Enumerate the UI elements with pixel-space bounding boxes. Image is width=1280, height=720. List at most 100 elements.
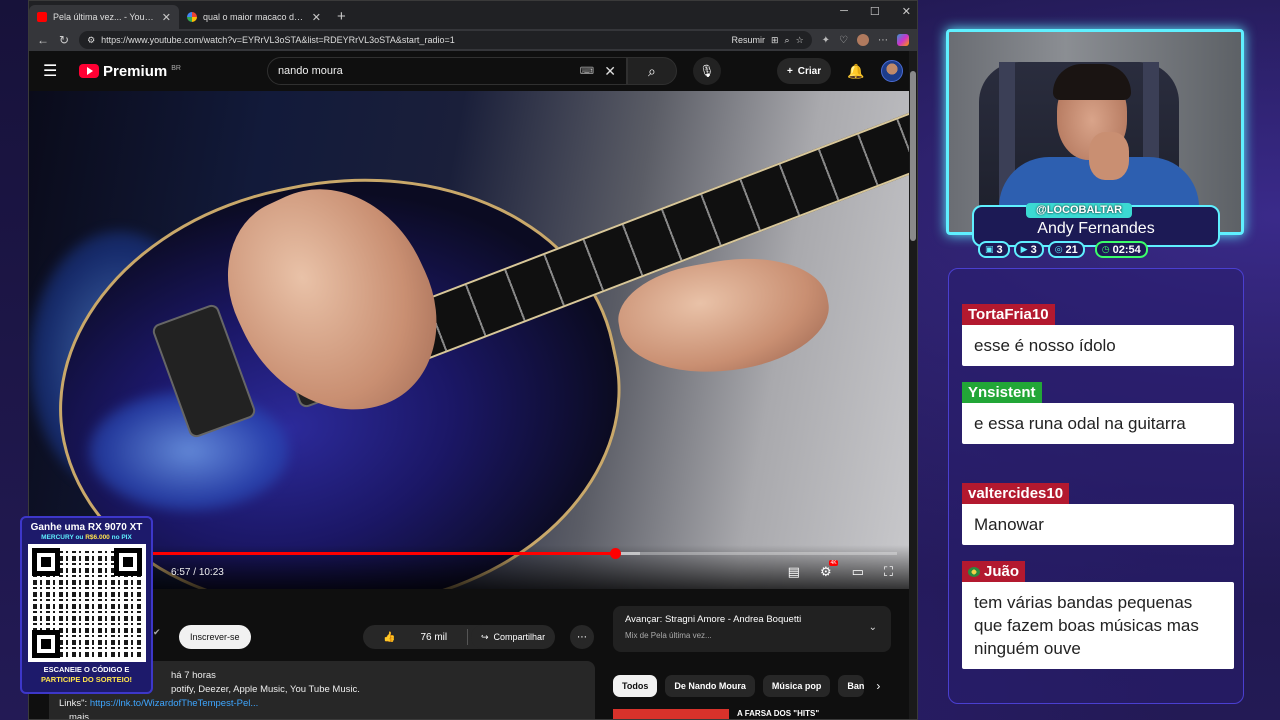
share-icon: ↪ — [481, 631, 489, 642]
next-subtitle: Mix de Pela última vez... — [625, 631, 712, 640]
autoplay-next-card[interactable]: Avançar: Stragni Amore - Andrea Boquetti… — [613, 606, 891, 652]
youtube-play-icon — [79, 64, 99, 78]
bookmark-star-icon[interactable]: ☆ — [796, 35, 804, 46]
stat-value: 3 — [1030, 243, 1037, 256]
address-bar[interactable]: ⚙ https://www.youtube.com/watch?v=EYRrVL… — [79, 31, 812, 49]
keyboard-icon[interactable]: ⌨ — [580, 66, 594, 77]
back-icon[interactable]: ← — [37, 33, 49, 47]
description-links-row: Links": https://lnk.to/WizardofTheTempes… — [59, 697, 585, 711]
voice-search-button[interactable]: 🎙 — [692, 57, 721, 85]
video-player[interactable]: 6:57 / 10:23 ▤ ⚙ ▭ ⛶ — [29, 91, 909, 589]
like-button[interactable]: 👍 76 mil — [363, 632, 467, 643]
share-button[interactable]: ↪ Compartilhar — [471, 625, 556, 649]
controls-row: 6:57 / 10:23 ▤ ⚙ ▭ ⛶ — [29, 560, 909, 581]
summarize-button[interactable]: Resumir — [731, 35, 765, 45]
chat-text: esse é nosso ídolo — [962, 325, 1234, 366]
search-icon: ⌕ — [648, 62, 656, 79]
qr-code-icon — [27, 544, 146, 662]
recommendation-thumbnail — [613, 709, 729, 719]
close-window-icon[interactable]: ✕ — [902, 5, 911, 18]
search-input[interactable]: nando moura ⌨ ✕ — [266, 57, 627, 85]
copilot-icon[interactable] — [897, 34, 909, 46]
streamer-handle: @LOCOBALTAR — [1026, 203, 1133, 218]
verified-badge-icon: ✔ — [153, 627, 161, 637]
close-tab-icon[interactable]: ✕ — [312, 11, 321, 24]
progress-bar[interactable] — [41, 548, 897, 559]
theater-mode-icon[interactable]: ▭ — [852, 564, 864, 580]
create-button[interactable]: + Criar — [776, 58, 832, 84]
more-dots-icon: ⋯ — [577, 631, 587, 643]
more-actions-button[interactable]: ⋯ — [570, 625, 594, 649]
page-scrollbar[interactable] — [909, 51, 917, 719]
tab-title: Pela última vez... - YouTube — [53, 12, 156, 22]
qr-finder — [113, 548, 142, 576]
hamburger-menu-icon[interactable]: ☰ — [43, 61, 63, 81]
minimize-icon[interactable]: ─ — [840, 5, 848, 18]
stat-uptime: ◷ 02:54 — [1094, 241, 1148, 258]
chat-message: Juão tem várias bandas pequenas que faze… — [962, 561, 1234, 669]
maximize-icon[interactable]: ☐ — [870, 5, 880, 18]
reload-icon[interactable]: ↻ — [59, 33, 69, 47]
scrollbar-thumb[interactable] — [910, 71, 916, 241]
google-favicon-icon — [187, 12, 197, 22]
settings-gear-icon[interactable]: ⚙ — [820, 560, 838, 580]
chat-text: Manowar — [962, 504, 1234, 545]
tab-google[interactable]: qual o maior macaco do mundo ✕ — [179, 5, 329, 29]
chip-de-nando-moura[interactable]: De Nando Moura — [665, 675, 755, 697]
chevron-down-icon[interactable]: ⌄ — [869, 622, 877, 633]
streamer-hand-graphic — [1089, 132, 1129, 180]
chat-username: Ynsistent — [962, 382, 1042, 403]
chip-musica-pop[interactable]: Música pop — [762, 675, 831, 697]
subscribe-button[interactable]: Inscrever-se — [179, 625, 251, 649]
zoom-icon[interactable]: ⌕ — [785, 35, 790, 46]
recommendation-title: A FARSA DOS "HITS" — [737, 709, 820, 718]
description-more[interactable]: mais — [59, 711, 585, 719]
tab-youtube[interactable]: Pela última vez... - YouTube ✕ — [29, 5, 179, 29]
chat-icon: ▣ — [985, 244, 994, 254]
description-link[interactable]: https://lnk.to/WizardofTheTempest-Pel... — [90, 698, 258, 709]
notifications-bell-icon[interactable]: 🔔 — [847, 63, 864, 80]
chat-text: e essa runa odal na guitarra — [962, 403, 1234, 444]
streamer-name: Andy Fernandes — [1037, 220, 1155, 237]
stream-stats: ▣ 3 ▶ 3 ◎ 21 ◷ 02:54 — [978, 241, 1148, 258]
clear-search-icon[interactable]: ✕ — [604, 63, 616, 80]
create-label: Criar — [797, 65, 822, 77]
subtitles-icon[interactable]: ▤ — [788, 564, 800, 580]
player-controls: 6:57 / 10:23 ▤ ⚙ ▭ ⛶ — [29, 545, 909, 589]
new-tab-button[interactable]: + — [329, 8, 354, 29]
extension-icon[interactable]: ⊞ — [771, 35, 779, 46]
close-tab-icon[interactable]: ✕ — [162, 11, 171, 24]
chat-message: valtercides10 Manowar — [962, 483, 1234, 545]
giveaway-scan-text: ESCANEIE O CÓDIGO E — [43, 665, 130, 674]
share-label: Compartilhar — [493, 632, 546, 642]
recommendation-item[interactable]: A FARSA DOS "HITS" — [613, 709, 820, 719]
time-display: 6:57 / 10:23 — [171, 566, 224, 578]
scrubber-handle[interactable] — [609, 548, 621, 559]
youtube-favicon-icon — [37, 12, 47, 22]
chat-username: TortaFria10 — [962, 304, 1055, 325]
extensions-icon[interactable]: ✦ — [822, 35, 830, 46]
giveaway-prize-amount: R$6.000 — [85, 534, 110, 541]
region-code: BR — [171, 64, 181, 72]
chip-all[interactable]: Todos — [613, 675, 658, 697]
giveaway-qr-overlay: Ganhe uma RX 9070 XT MERCURY ou R$6.000 … — [20, 516, 153, 694]
stat-value: 02:54 — [1112, 243, 1141, 256]
search-button[interactable]: ⌕ — [626, 57, 677, 85]
chat-username: valtercides10 — [962, 483, 1070, 504]
profile-icon[interactable] — [857, 34, 869, 46]
stat-video: ▶ 3 — [1013, 241, 1044, 258]
extensions-area: ✦ ♡ ⋯ — [822, 34, 909, 46]
youtube-logo[interactable]: Premium BR — [79, 63, 181, 80]
stat-chat: ▣ 3 — [978, 241, 1010, 258]
address-bar-row: ← ↻ ⚙ https://www.youtube.com/watch?v=EY… — [29, 29, 917, 51]
fullscreen-icon[interactable]: ⛶ — [884, 564, 893, 580]
favorites-icon[interactable]: ♡ — [839, 35, 848, 46]
next-title: Avançar: Stragni Amore - Andrea Boquetti — [625, 614, 802, 625]
chip-bands[interactable]: Ban — [838, 675, 865, 697]
chevron-right-icon[interactable]: › — [876, 679, 880, 693]
menu-dots-icon[interactable]: ⋯ — [878, 35, 888, 46]
thumbs-up-icon: 👍 — [383, 631, 396, 643]
avatar[interactable] — [880, 60, 903, 82]
site-info-icon[interactable]: ⚙ — [87, 35, 95, 46]
chat-username: Juão — [984, 563, 1020, 580]
